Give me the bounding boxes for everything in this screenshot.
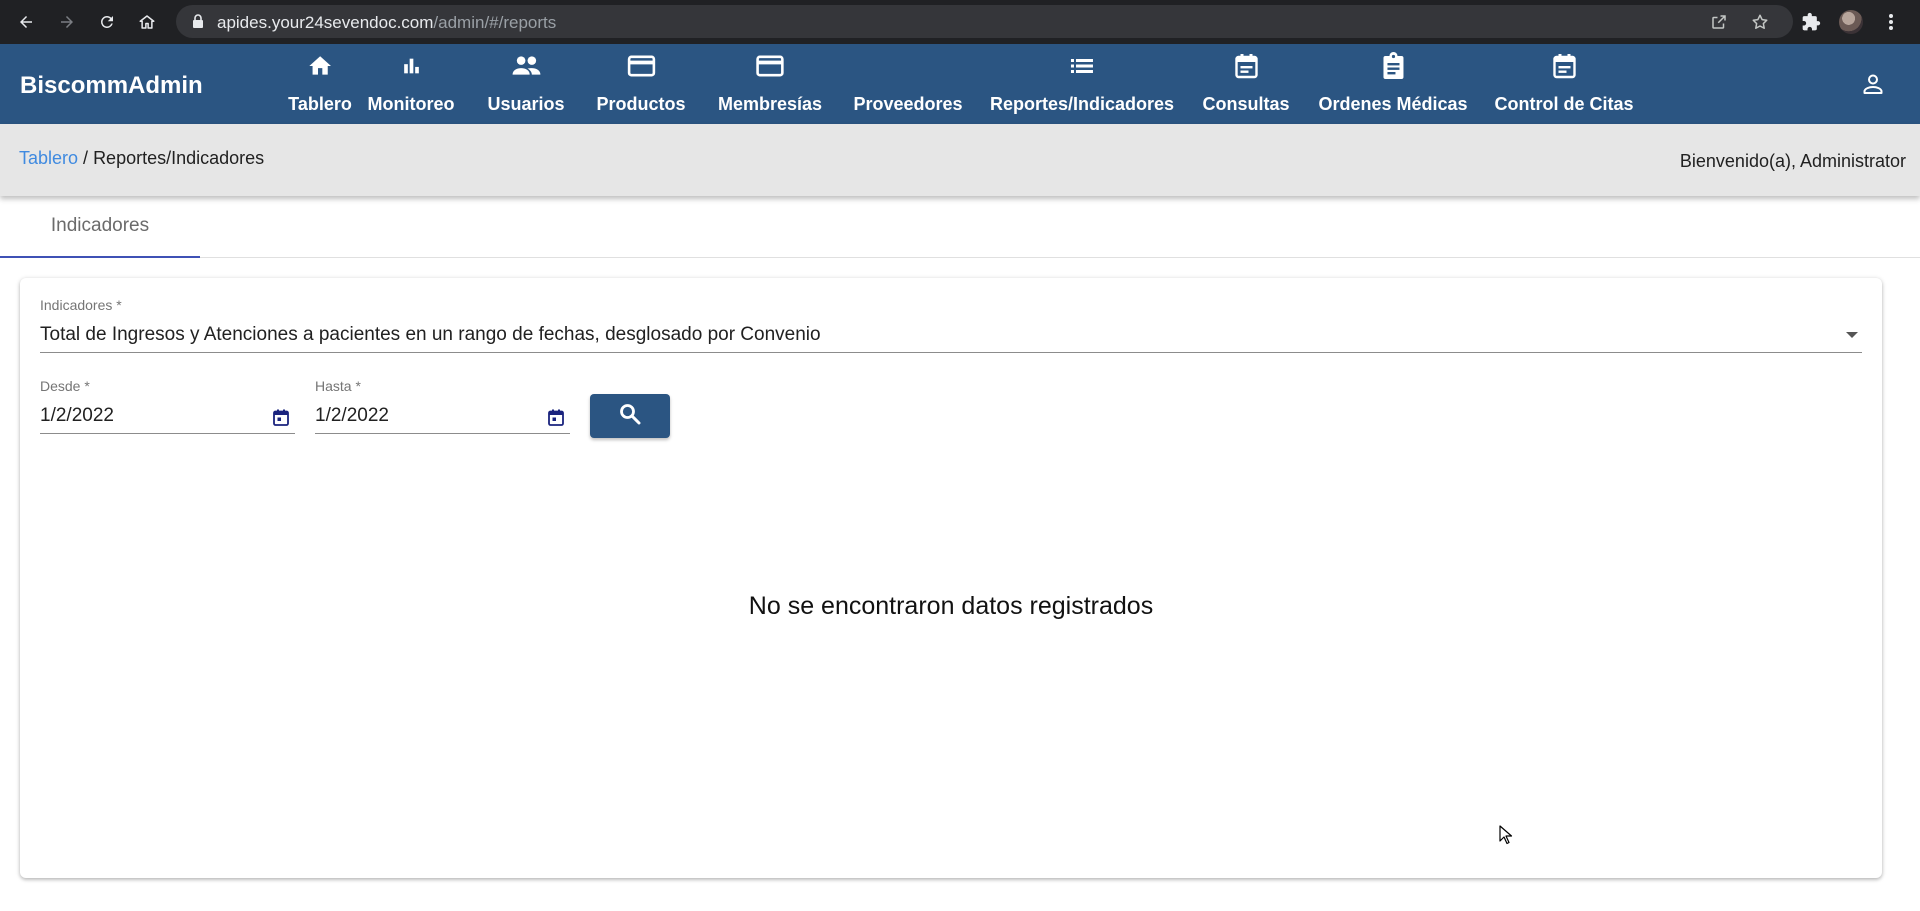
account-button[interactable]: [1858, 71, 1888, 101]
home-browser-icon[interactable]: [134, 9, 160, 35]
profile-avatar[interactable]: [1838, 9, 1864, 35]
nav-item-proveedores[interactable]: Proveedores: [853, 44, 962, 124]
indicator-label: Indicadores *: [40, 297, 122, 313]
from-date-field: [40, 400, 295, 434]
from-date-input[interactable]: [40, 402, 260, 430]
nav-item-label: Ordenes Médicas: [1318, 94, 1468, 114]
search-button[interactable]: [590, 394, 670, 438]
breadcrumb-link-tablero[interactable]: Tablero: [19, 148, 78, 168]
nav-item-tablero[interactable]: Tablero: [288, 44, 352, 124]
calendar-icon: [1552, 52, 1576, 80]
nav-item-label: Monitoreo: [367, 94, 455, 114]
indicator-select-value: Total de Ingresos y Atenciones a pacient…: [40, 324, 821, 345]
share-icon[interactable]: [1709, 12, 1729, 32]
nav-item-label: Usuarios: [487, 94, 565, 114]
credit-card-icon: [756, 52, 784, 80]
nav-item-membresias[interactable]: Membresías: [718, 44, 822, 124]
back-icon[interactable]: [13, 9, 39, 35]
nav-item-label: Consultas: [1202, 94, 1290, 114]
to-date-input[interactable]: [315, 402, 535, 430]
empty-state-message: No se encontraron datos registrados: [748, 592, 1154, 620]
browser-toolbar: apides.your24sevendoc.com/admin/#/report…: [0, 0, 1920, 44]
welcome-text: Bienvenido(a), Administrator: [1679, 151, 1906, 171]
nav-item-reportes[interactable]: Reportes/Indicadores: [990, 44, 1174, 124]
breadcrumb-current: Reportes/Indicadores: [93, 148, 265, 168]
extensions-icon[interactable]: [1798, 9, 1824, 35]
nav-item-usuarios[interactable]: Usuarios: [487, 44, 565, 124]
person-icon: [1861, 72, 1885, 101]
calendar-icon: [1234, 52, 1258, 80]
nav-item-consultas[interactable]: Consultas: [1202, 44, 1290, 124]
to-date-label: Hasta *: [315, 378, 361, 394]
credit-card-icon: [627, 52, 655, 80]
clipboard-icon: [1381, 52, 1405, 80]
tab-bar: Indicadores: [0, 196, 1920, 258]
report-card: Indicadores * Total de Ingresos y Atenci…: [20, 278, 1882, 878]
indicator-select[interactable]: Total de Ingresos y Atenciones a pacient…: [40, 320, 1862, 353]
url-text: apides.your24sevendoc.com/admin/#/report…: [217, 13, 557, 32]
list-icon: [1070, 52, 1094, 80]
forward-icon[interactable]: [54, 9, 80, 35]
tab-indicadores[interactable]: Indicadores: [0, 196, 200, 258]
nav-item-ordenes-medicas[interactable]: Ordenes Médicas: [1318, 44, 1468, 124]
mouse-cursor-icon: [1499, 825, 1513, 850]
app-header: BiscommAdmin Tablero Monitoreo Usuarios …: [0, 44, 1920, 124]
nav-item-label: Proveedores: [853, 94, 963, 114]
app-brand[interactable]: BiscommAdmin: [20, 72, 203, 100]
search-icon: [618, 402, 642, 431]
from-date-label: Desde *: [40, 378, 90, 394]
people-icon: [511, 52, 541, 80]
nav-item-monitoreo[interactable]: Monitoreo: [368, 44, 455, 124]
breadcrumb-bar: Tablero / Reportes/Indicadores Bienvenid…: [0, 124, 1920, 196]
nav-item-label: Reportes/Indicadores: [989, 94, 1175, 114]
nav-item-label: Control de Citas: [1494, 94, 1634, 114]
bar-chart-icon: [400, 52, 422, 80]
home-icon: [307, 52, 333, 80]
breadcrumb-separator: /: [78, 148, 94, 168]
breadcrumb: Tablero / Reportes/Indicadores: [19, 148, 264, 169]
nav-item-control-citas[interactable]: Control de Citas: [1494, 44, 1634, 124]
chevron-down-icon: [1846, 332, 1858, 338]
lock-icon: [192, 14, 204, 34]
to-date-field: [315, 400, 570, 434]
star-icon[interactable]: [1750, 12, 1770, 32]
browser-menu-icon[interactable]: [1878, 9, 1904, 35]
nav-item-label: Tablero: [288, 94, 352, 114]
nav-item-label: Membresías: [717, 94, 823, 114]
calendar-picker-icon[interactable]: [548, 409, 564, 431]
reload-icon[interactable]: [94, 9, 120, 35]
address-bar[interactable]: apides.your24sevendoc.com/admin/#/report…: [176, 5, 1793, 38]
nav-item-productos[interactable]: Productos: [596, 44, 686, 124]
calendar-picker-icon[interactable]: [273, 409, 289, 431]
nav-item-label: Productos: [596, 94, 686, 114]
